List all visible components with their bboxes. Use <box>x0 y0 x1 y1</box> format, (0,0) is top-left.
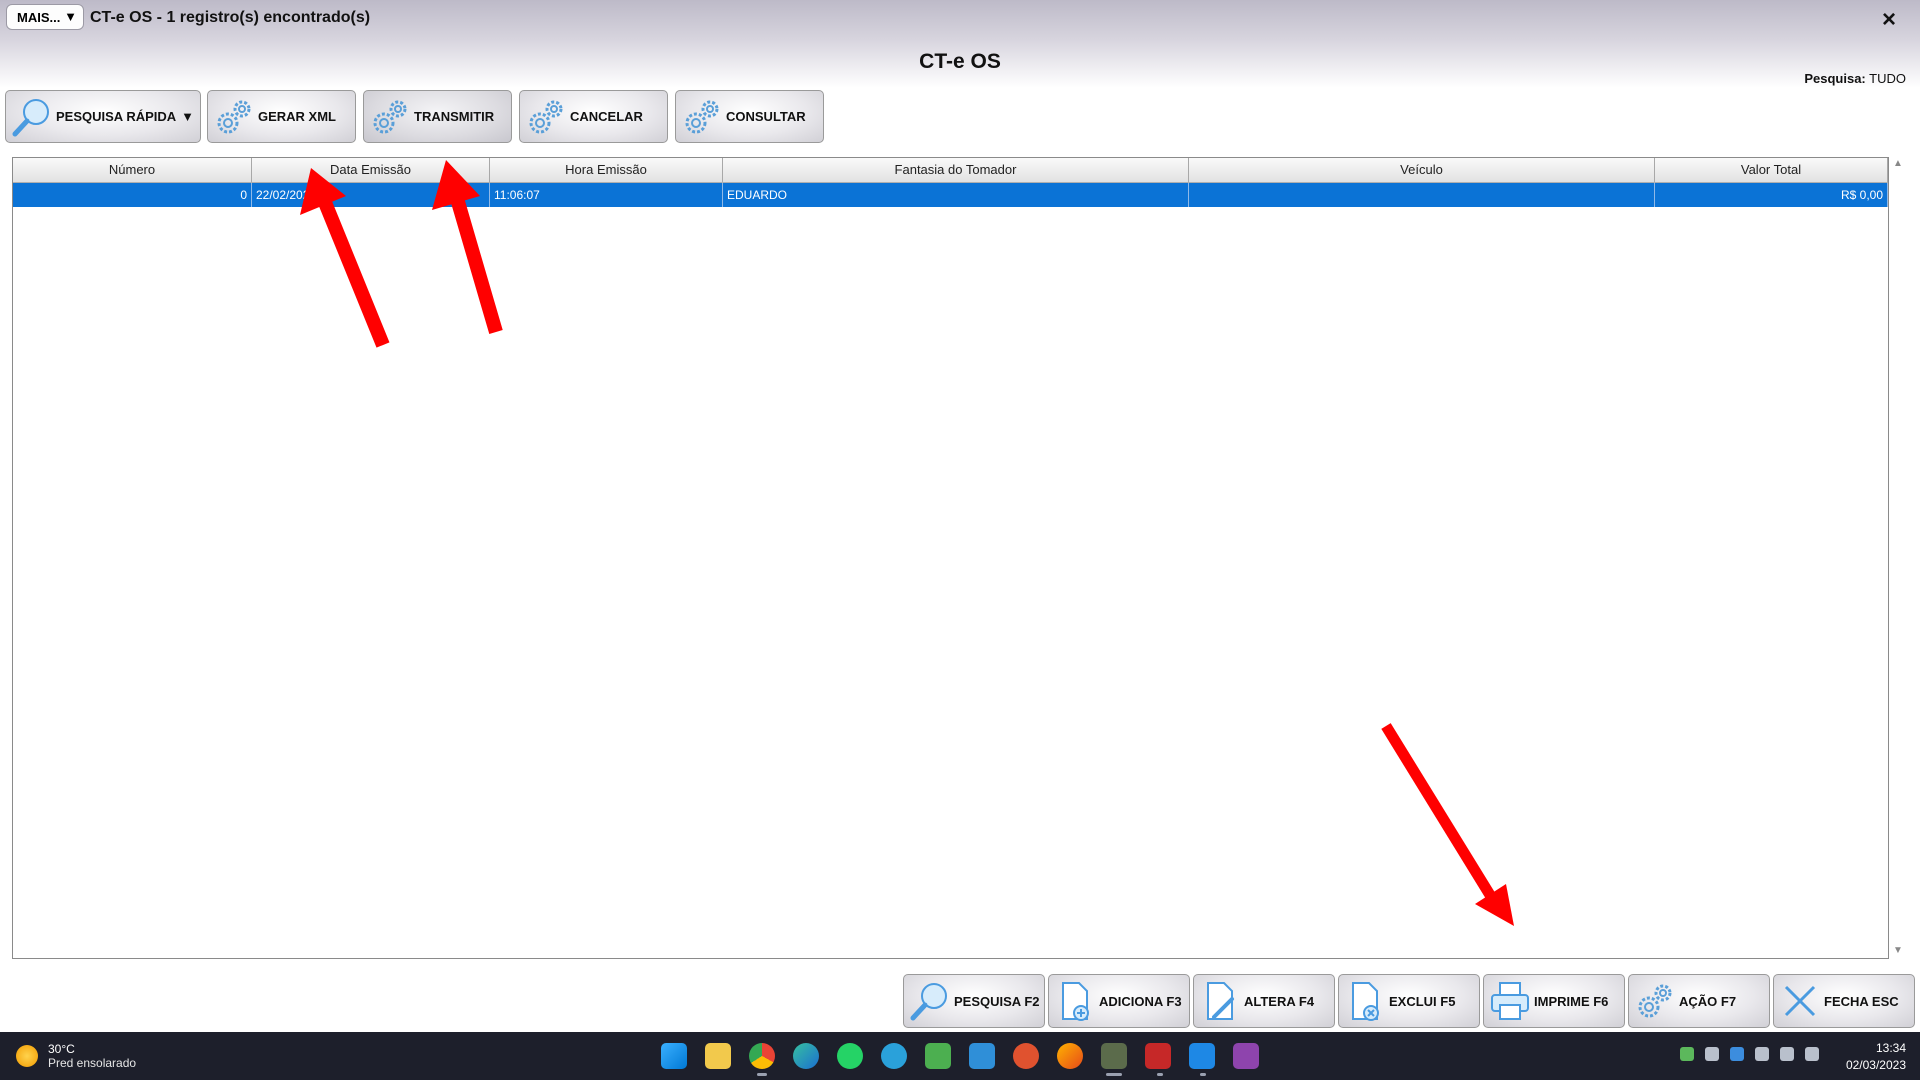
clock-date: 02/03/2023 <box>1845 1058 1906 1072</box>
taskbar: 30°C Pred ensolarado 13:34 02/03/2023 <box>0 1032 1920 1080</box>
file-explorer-icon[interactable] <box>705 1043 731 1069</box>
edge-icon[interactable] <box>793 1043 819 1069</box>
annotation-arrow <box>1381 723 1514 926</box>
weather-temperature: 30°C <box>48 1042 75 1056</box>
app-icon[interactable] <box>1013 1043 1039 1069</box>
filezilla-icon[interactable] <box>1145 1043 1171 1069</box>
security-icon[interactable] <box>1730 1047 1744 1061</box>
clapper-icon[interactable] <box>1233 1043 1259 1069</box>
annotation-arrow <box>300 168 390 348</box>
running-indicator <box>1106 1073 1122 1076</box>
system-app-icon[interactable] <box>1101 1043 1127 1069</box>
tray-app-icon[interactable] <box>1680 1047 1694 1061</box>
weather-description: Pred ensolarado <box>48 1056 137 1070</box>
windows-start-icon[interactable] <box>661 1043 687 1069</box>
telegram-icon[interactable] <box>881 1043 907 1069</box>
network-icon[interactable] <box>1780 1047 1794 1061</box>
usb-icon[interactable] <box>1705 1047 1719 1061</box>
volume-icon[interactable] <box>1805 1047 1819 1061</box>
running-indicator <box>1200 1073 1206 1076</box>
chrome-icon[interactable] <box>749 1043 775 1069</box>
running-indicator <box>757 1073 767 1076</box>
clock-time: 13:34 <box>1875 1041 1906 1055</box>
annotation-arrow <box>432 160 503 334</box>
weather-widget[interactable]: 30°C Pred ensolarado <box>16 1042 136 1070</box>
remote-icon[interactable] <box>969 1043 995 1069</box>
system-clock[interactable]: 13:34 02/03/2023 <box>1846 1040 1906 1074</box>
sun-icon <box>16 1045 38 1067</box>
firefox-icon[interactable] <box>1057 1043 1083 1069</box>
annotation-arrows <box>300 160 1514 926</box>
notepad-icon[interactable] <box>1189 1043 1215 1069</box>
whatsapp-icon[interactable] <box>837 1043 863 1069</box>
spreadsheet-icon[interactable] <box>925 1043 951 1069</box>
running-indicator <box>1157 1073 1163 1076</box>
cloud-icon[interactable] <box>1755 1047 1769 1061</box>
